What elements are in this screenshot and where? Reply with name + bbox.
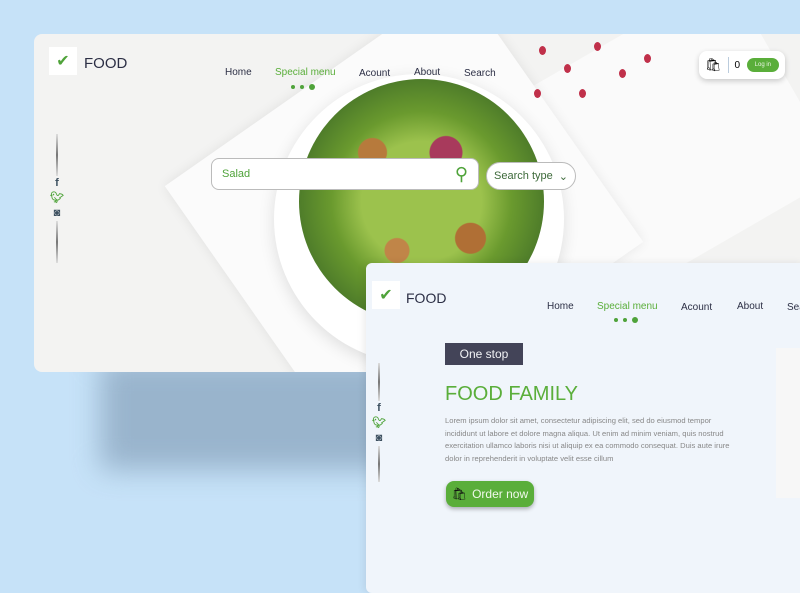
nav-special-menu[interactable]: Special menu: [597, 301, 658, 312]
cart-count: 0: [734, 59, 741, 71]
cart-widget: 🛍︎ 0 Log in: [699, 51, 785, 79]
leaf-logo-icon[interactable]: ✔: [372, 281, 400, 309]
page-title: FOOD FAMILY: [445, 383, 578, 405]
twitter-icon[interactable]: 🐦︎: [372, 416, 386, 431]
instagram-icon[interactable]: ◙: [54, 206, 61, 221]
nav-about[interactable]: About: [414, 67, 440, 78]
social-bar: f 🐦︎ ◙: [372, 363, 386, 482]
active-indicator: [614, 317, 638, 323]
search-icon[interactable]: ⚲: [455, 164, 468, 185]
order-now-button[interactable]: 🛍︎ Order now: [446, 481, 534, 507]
search-input[interactable]: Salad ⚲: [211, 158, 479, 190]
description-text: Lorem ipsum dolor sit amet, consectetur …: [445, 416, 730, 464]
nav-home[interactable]: Home: [225, 67, 252, 78]
order-now-label: Order now: [472, 487, 529, 501]
pomegranate-seed: [579, 89, 586, 98]
facebook-icon[interactable]: f: [55, 176, 59, 191]
nav-special-menu[interactable]: Special menu: [275, 67, 336, 78]
chevron-down-icon: ⌄: [558, 170, 568, 183]
brand-name: FOOD: [406, 290, 447, 306]
nav-about[interactable]: About: [737, 301, 763, 312]
active-indicator: [291, 84, 315, 90]
pomegranate-seed: [594, 42, 601, 51]
login-button[interactable]: Log in: [746, 58, 779, 72]
about-screen: ✔ FOOD Home Special menu Acount About Se…: [366, 263, 800, 593]
search-type-dropdown[interactable]: Search type ⌄: [486, 162, 576, 190]
nav-home[interactable]: Home: [547, 301, 574, 312]
instagram-icon[interactable]: ◙: [376, 431, 383, 446]
brand-name: FOOD: [84, 55, 128, 72]
pomegranate-seed: [539, 46, 546, 55]
pomegranate-seed: [644, 54, 651, 63]
nav-search[interactable]: Search: [464, 68, 496, 79]
social-bar: f 🐦︎ ◙: [50, 134, 64, 263]
leaf-logo-icon[interactable]: ✔: [49, 47, 77, 75]
pomegranate-seed: [619, 69, 626, 78]
one-stop-badge: One stop: [445, 343, 523, 365]
image-placeholder: [776, 348, 800, 498]
search-type-label: Search type: [494, 170, 553, 182]
twitter-icon[interactable]: 🐦︎: [50, 191, 64, 206]
nav-account[interactable]: Acount: [359, 68, 390, 79]
pomegranate-seed: [534, 89, 541, 98]
shopping-bag-icon[interactable]: 🛍︎: [705, 57, 722, 73]
search-value: Salad: [222, 168, 251, 180]
pomegranate-seed: [564, 64, 571, 73]
nav-account[interactable]: Acount: [681, 302, 712, 313]
nav-search[interactable]: Sea: [787, 302, 800, 313]
shopping-bag-icon: 🛍︎: [451, 487, 468, 501]
facebook-icon[interactable]: f: [377, 401, 381, 416]
